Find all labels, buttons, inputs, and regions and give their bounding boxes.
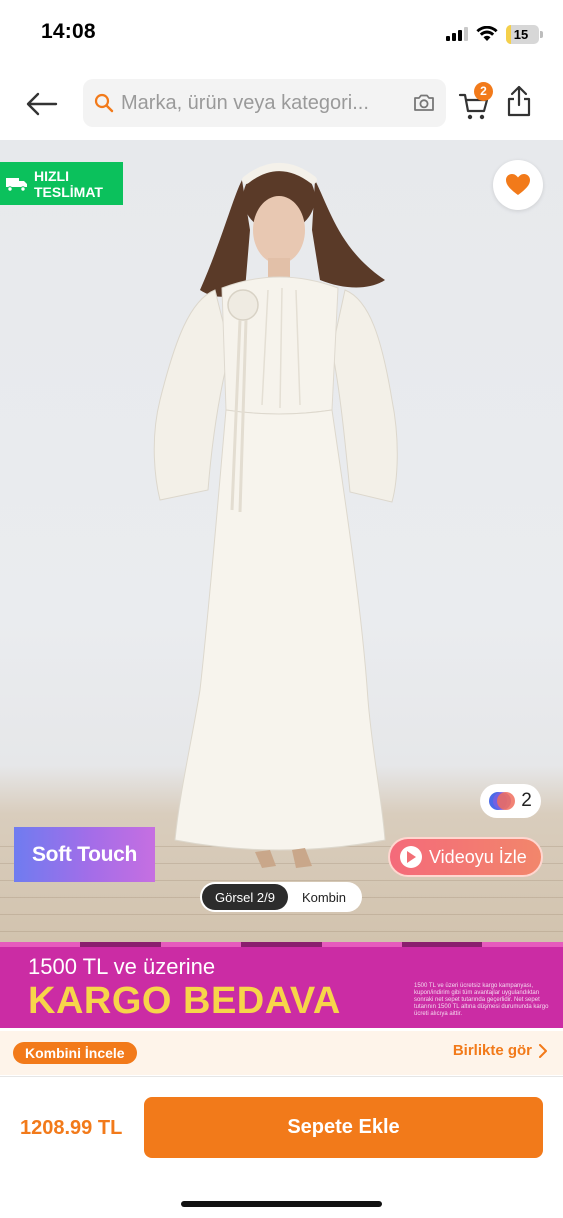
- status-icons: 15: [446, 22, 543, 46]
- product-image-gallery[interactable]: HIZLI TESLİMAT 2 Soft Touch Videoyu İzle…: [0, 140, 563, 942]
- banner-subtitle: 1500 TL ve üzerine: [28, 954, 216, 979]
- search-input[interactable]: [121, 91, 411, 115]
- status-bar: 14:08 15: [0, 0, 563, 68]
- tab-photos[interactable]: Görsel 2/9: [202, 884, 288, 910]
- truck-icon: [6, 177, 27, 192]
- product-photo: [153, 163, 398, 868]
- color-count: 2: [521, 790, 532, 811]
- soft-touch-badge: Soft Touch: [14, 827, 155, 882]
- banner-title: KARGO BEDAVA: [28, 980, 341, 1022]
- fast-delivery-line2: TESLİMAT: [34, 183, 103, 200]
- search-bar[interactable]: [83, 79, 446, 127]
- back-button[interactable]: [22, 84, 62, 124]
- camera-icon[interactable]: [412, 91, 436, 115]
- bottom-action-bar: 1208.99 TL Sepete Ekle: [0, 1076, 563, 1218]
- tab-combine[interactable]: Kombin: [288, 890, 360, 905]
- product-price: 1208.99 TL: [20, 1117, 123, 1139]
- header: 2: [0, 68, 563, 140]
- cart-count-badge: 2: [474, 82, 493, 101]
- color-options-button[interactable]: 2: [480, 784, 541, 818]
- banner-stripe: [0, 942, 563, 947]
- free-shipping-banner[interactable]: 1500 TL ve üzerine KARGO BEDAVA 1500 TL …: [0, 942, 563, 1028]
- battery-level: 15: [513, 26, 529, 42]
- cellular-signal-icon: [446, 27, 468, 41]
- favorite-button[interactable]: [493, 160, 543, 210]
- battery-icon: 15: [506, 24, 543, 44]
- see-together-link[interactable]: Birlikte gör: [453, 1042, 547, 1059]
- wifi-icon: [476, 26, 498, 41]
- search-icon: [93, 92, 115, 114]
- combine-bar: Kombini İncele Birlikte gör: [0, 1031, 563, 1075]
- back-arrow-icon: [26, 92, 58, 116]
- fast-delivery-line1: HIZLI: [34, 167, 69, 184]
- status-time: 14:08: [41, 20, 96, 43]
- see-together-label: Birlikte gör: [452, 1042, 532, 1059]
- watch-video-label: Videoyu İzle: [429, 846, 527, 867]
- share-button[interactable]: [505, 84, 535, 120]
- play-icon: [400, 846, 422, 868]
- gallery-switcher: Görsel 2/9 Kombin: [200, 882, 362, 912]
- heart-icon: [506, 174, 530, 195]
- banner-fine-print: 1500 TL ve üzeri ücretsiz kargo kampanya…: [414, 983, 549, 1017]
- watch-video-button[interactable]: Videoyu İzle: [388, 837, 543, 877]
- review-combine-button[interactable]: Kombini İncele: [13, 1042, 137, 1064]
- add-to-cart-button[interactable]: Sepete Ekle: [144, 1097, 543, 1158]
- share-icon: [507, 85, 531, 117]
- cart-button[interactable]: 2: [458, 82, 493, 120]
- home-indicator[interactable]: [181, 1201, 382, 1207]
- color-swatch-icon: [489, 792, 516, 810]
- fast-delivery-badge: HIZLI TESLİMAT: [0, 162, 123, 205]
- chevron-right-icon: [539, 1043, 547, 1058]
